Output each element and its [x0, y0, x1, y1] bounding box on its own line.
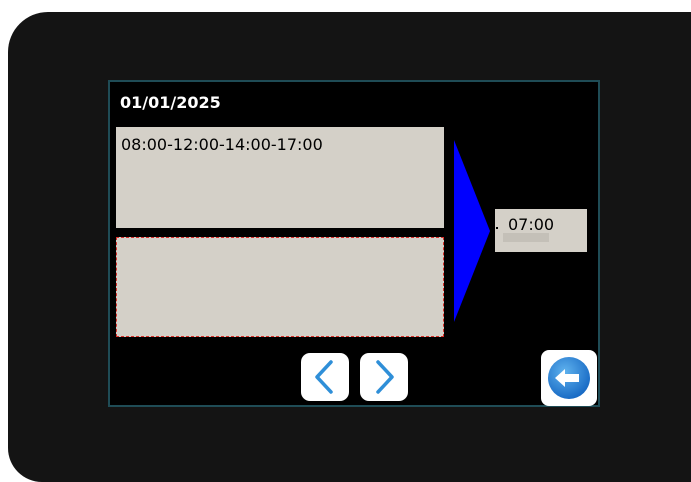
- arrow-shape: [454, 140, 490, 322]
- back-button[interactable]: [541, 350, 597, 406]
- time-marker: [496, 227, 498, 229]
- device-bezel: 01/01/2025 08:00-12:00-14:00-17:00 07:00: [0, 0, 691, 482]
- schedule-text: 08:00-12:00-14:00-17:00: [121, 135, 323, 154]
- schedule-entry-field[interactable]: [116, 237, 444, 337]
- arrow-right-icon: [454, 140, 490, 322]
- chevron-left-icon: [315, 360, 333, 394]
- date-label: 01/01/2025: [120, 93, 221, 112]
- back-arrow-icon: [548, 357, 590, 399]
- schedule-display: 08:00-12:00-14:00-17:00: [116, 127, 444, 228]
- current-time-display: 07:00: [495, 209, 587, 252]
- chevron-right-icon: [376, 360, 394, 394]
- time-selection-highlight: [503, 233, 549, 242]
- previous-button[interactable]: [301, 353, 349, 401]
- hmi-screen: 01/01/2025 08:00-12:00-14:00-17:00 07:00: [108, 80, 600, 407]
- next-button[interactable]: [360, 353, 408, 401]
- current-time-text: 07:00: [508, 215, 555, 234]
